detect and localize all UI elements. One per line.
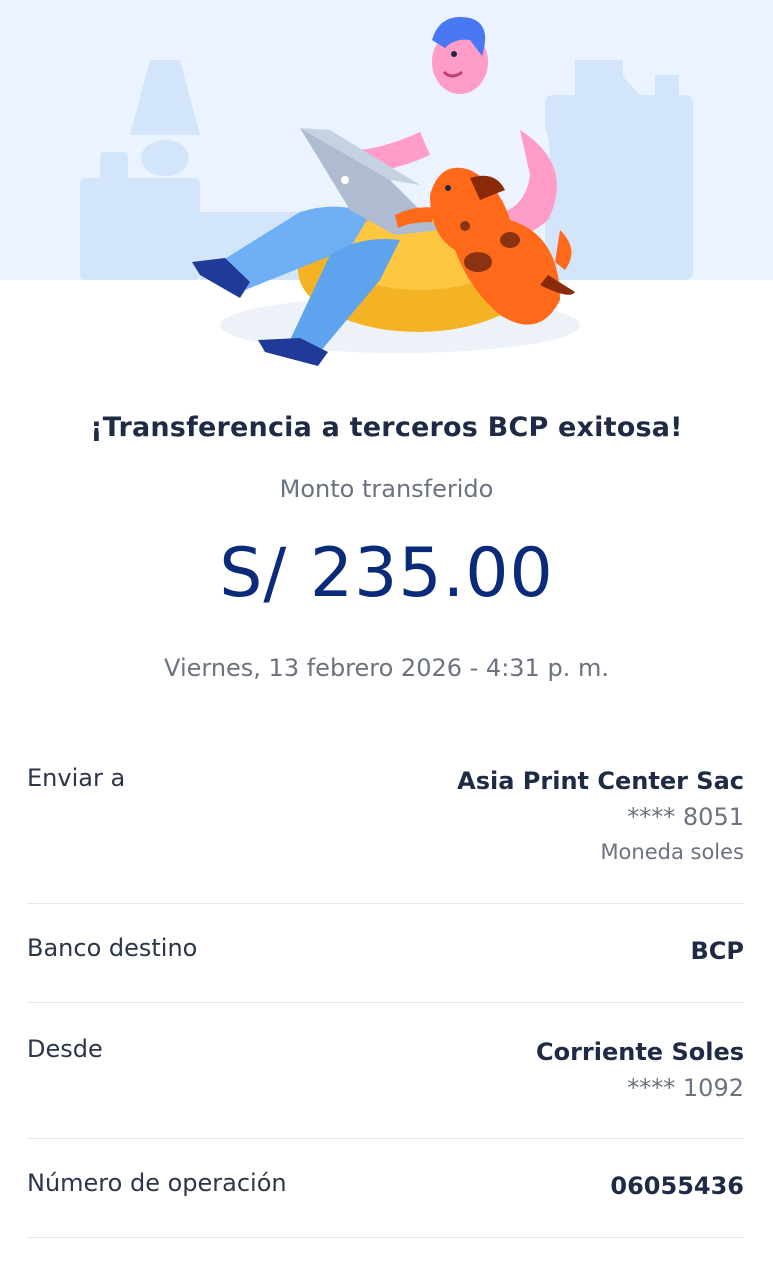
transferred-amount: S/ 235.00 — [219, 534, 554, 613]
amount-label: Monto transferido — [279, 475, 494, 503]
origin-values: Corriente Soles **** 1092 — [536, 1034, 744, 1106]
operation-label: Número de operación — [27, 1169, 287, 1197]
detail-row-bank: Banco destino BCP — [27, 904, 744, 1003]
person-with-dog-illustration — [80, 16, 693, 366]
recipient-label: Enviar a — [27, 764, 126, 792]
bank-values: BCP — [691, 933, 745, 969]
recipient-name: Asia Print Center Sac — [457, 767, 744, 795]
recipient-account: **** 8051 — [627, 803, 744, 831]
detail-row-origin: Desde Corriente Soles **** 1092 — [27, 1003, 744, 1139]
detail-row-recipient: Enviar a Asia Print Center Sac **** 8051… — [27, 758, 744, 904]
transfer-datetime: Viernes, 13 febrero 2026 - 4:31 p. m. — [164, 654, 609, 682]
origin-label: Desde — [27, 1035, 103, 1063]
hero-illustration — [0, 0, 773, 380]
origin-account-name: Corriente Soles — [535, 1038, 744, 1066]
operation-number[interactable]: 06055436 — [610, 1168, 744, 1204]
origin-account: **** 1092 — [627, 1074, 744, 1102]
detail-row-operation: Número de operación 06055436 — [27, 1139, 744, 1238]
bank-label: Banco destino — [27, 934, 198, 962]
recipient-values: Asia Print Center Sac **** 8051 Moneda s… — [457, 763, 744, 869]
recipient-currency: Moneda soles — [600, 840, 744, 864]
bank-value: BCP — [690, 937, 745, 965]
success-title: ¡Transferencia a terceros BCP exitosa! — [90, 412, 683, 443]
operation-values: 06055436 — [610, 1168, 744, 1204]
